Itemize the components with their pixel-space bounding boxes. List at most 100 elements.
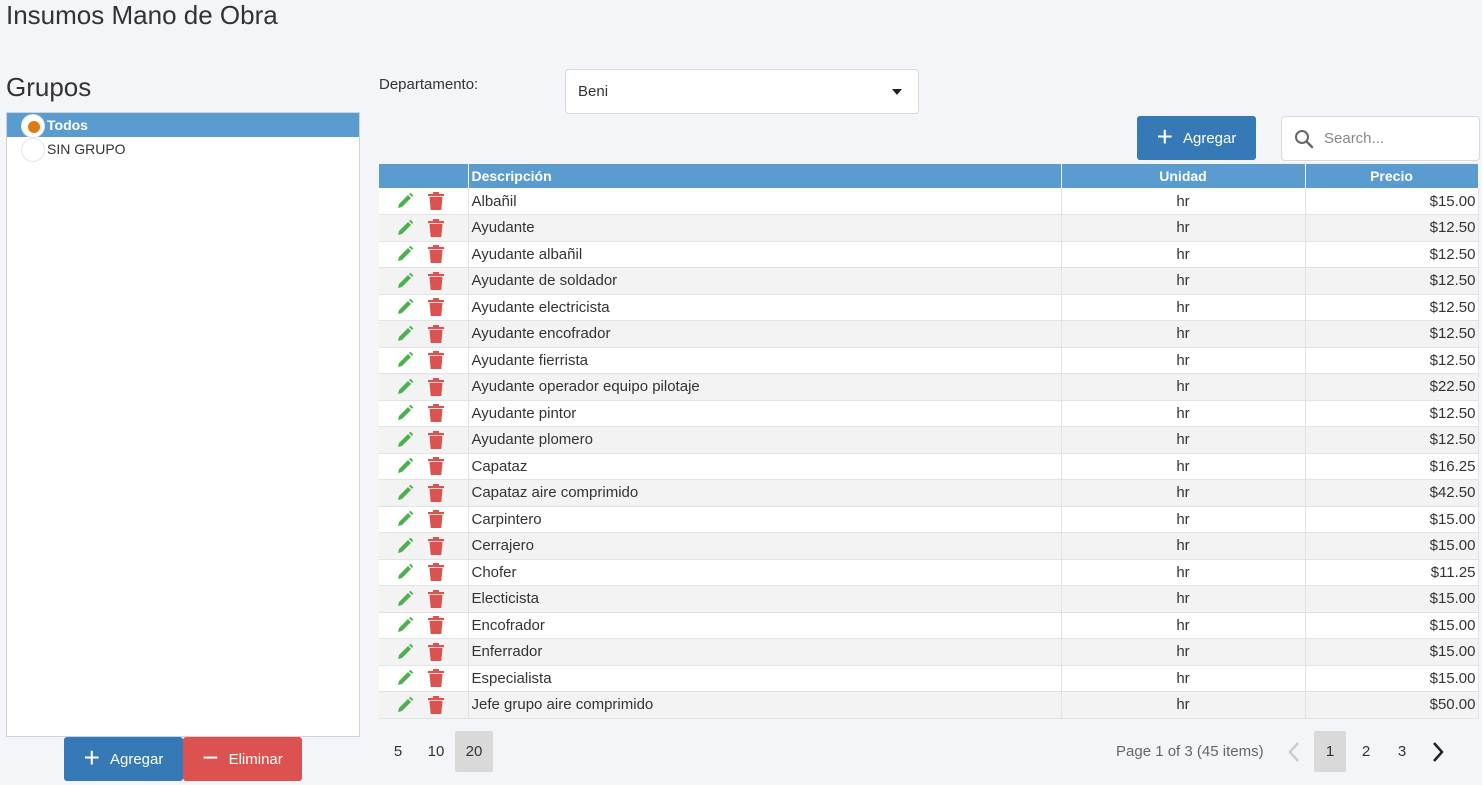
table-row[interactable]: Ayudante operador equipo pilotaje hr $22.5… — [379, 373, 1479, 401]
delete-icon[interactable] — [428, 404, 444, 423]
cell-descripcion: Jefe grupo aire comprimido — [468, 691, 1062, 719]
table-row[interactable]: Ayudante hr $12.50 — [379, 214, 1479, 242]
page-size-20[interactable]: 20 — [455, 731, 493, 772]
add-group-button[interactable]: + Agregar — [64, 737, 183, 781]
delete-icon[interactable] — [428, 457, 444, 476]
edit-icon[interactable] — [396, 272, 414, 290]
cell-descripcion: Especialista — [468, 665, 1062, 692]
delete-icon[interactable] — [428, 271, 444, 290]
page-1-button[interactable]: 1 — [1314, 731, 1346, 772]
table-row[interactable]: Ayudante electricista hr $12.50 — [379, 294, 1479, 321]
add-item-button[interactable]: + Agregar — [1137, 116, 1256, 160]
edit-icon[interactable] — [396, 245, 414, 263]
delete-icon[interactable] — [428, 563, 444, 582]
cell-unidad: hr — [1061, 506, 1306, 533]
delete-icon[interactable] — [428, 616, 444, 635]
row-actions — [379, 214, 469, 242]
search-input[interactable] — [1324, 117, 1474, 160]
delete-icon[interactable] — [428, 589, 444, 608]
cell-unidad: hr — [1061, 612, 1306, 639]
prev-page-button[interactable] — [1278, 731, 1310, 772]
delete-icon[interactable] — [428, 510, 444, 529]
search-box[interactable] — [1281, 116, 1480, 161]
cell-unidad: hr — [1061, 638, 1306, 666]
edit-icon[interactable] — [396, 378, 414, 396]
delete-icon[interactable] — [428, 218, 444, 237]
group-item-todos[interactable]: Todos — [7, 113, 359, 138]
edit-icon[interactable] — [396, 510, 414, 528]
delete-icon[interactable] — [428, 351, 444, 370]
page-size-5[interactable]: 5 — [379, 731, 417, 772]
radio-icon[interactable] — [21, 138, 45, 162]
cell-unidad: hr — [1061, 400, 1306, 427]
table-row[interactable]: Ayudante de soldador hr $12.50 — [379, 267, 1479, 295]
table-row[interactable]: Capataz aire comprimido hr $42.50 — [379, 479, 1479, 507]
edit-icon[interactable] — [396, 192, 414, 210]
search-icon — [1295, 130, 1314, 149]
edit-icon[interactable] — [396, 696, 414, 714]
row-actions — [379, 453, 469, 480]
delete-icon[interactable] — [428, 695, 444, 714]
cell-precio: $12.50 — [1305, 400, 1479, 427]
table-row[interactable]: Capataz hr $16.25 — [379, 453, 1479, 480]
edit-icon[interactable] — [396, 431, 414, 449]
table-row[interactable]: Ayudante plomero hr $12.50 — [379, 426, 1479, 454]
delete-icon[interactable] — [428, 245, 444, 264]
table-row[interactable]: Enferrador hr $15.00 — [379, 638, 1479, 666]
row-actions — [379, 267, 469, 295]
edit-icon[interactable] — [396, 457, 414, 475]
delete-icon[interactable] — [428, 430, 444, 449]
table-row[interactable]: Jefe grupo aire comprimido hr $50.00 — [379, 691, 1479, 719]
group-item-sin-grupo[interactable]: SIN GRUPO — [7, 137, 359, 162]
table-row[interactable]: Cerrajero hr $15.00 — [379, 532, 1479, 560]
table-row[interactable]: Ayudante fierrista hr $12.50 — [379, 347, 1479, 374]
page-3-button[interactable]: 3 — [1386, 731, 1418, 772]
cell-unidad: hr — [1061, 585, 1306, 613]
row-actions — [379, 373, 469, 401]
page-size-10[interactable]: 10 — [417, 731, 455, 772]
department-select[interactable]: Beni — [565, 69, 919, 114]
radio-checked-icon[interactable] — [21, 114, 45, 138]
table-row[interactable]: Especialista hr $15.00 — [379, 665, 1479, 692]
cell-precio: $15.00 — [1305, 506, 1479, 533]
table-row[interactable]: Ayudante encofrador hr $12.50 — [379, 320, 1479, 348]
table-row[interactable]: Electicista hr $15.00 — [379, 585, 1479, 613]
table-row[interactable]: Albañil hr $15.00 — [379, 188, 1479, 215]
delete-icon[interactable] — [428, 483, 444, 502]
edit-icon[interactable] — [396, 537, 414, 555]
table-row[interactable]: Ayudante albañil hr $12.50 — [379, 241, 1479, 268]
edit-icon[interactable] — [396, 325, 414, 343]
edit-icon[interactable] — [396, 484, 414, 502]
edit-icon[interactable] — [396, 351, 414, 369]
next-page-button[interactable] — [1422, 731, 1454, 772]
edit-icon[interactable] — [396, 298, 414, 316]
edit-icon[interactable] — [396, 643, 414, 661]
delete-icon[interactable] — [428, 536, 444, 555]
edit-icon[interactable] — [396, 563, 414, 581]
page-2-button[interactable]: 2 — [1350, 731, 1382, 772]
department-value: Beni — [578, 83, 609, 100]
delete-icon[interactable] — [428, 298, 444, 317]
row-actions — [379, 320, 469, 348]
edit-icon[interactable] — [396, 404, 414, 422]
header-precio[interactable]: Precio — [1305, 164, 1479, 188]
delete-icon[interactable] — [428, 669, 444, 688]
table-row[interactable]: Ayudante pintor hr $12.50 — [379, 400, 1479, 427]
delete-icon[interactable] — [428, 324, 444, 343]
cell-descripcion: Ayudante encofrador — [468, 320, 1062, 348]
delete-icon[interactable] — [428, 192, 444, 210]
edit-icon[interactable] — [396, 590, 414, 608]
edit-icon[interactable] — [396, 669, 414, 687]
chevron-down-icon — [892, 89, 902, 95]
edit-icon[interactable] — [396, 616, 414, 634]
delete-icon[interactable] — [428, 377, 444, 396]
edit-icon[interactable] — [396, 219, 414, 237]
cell-precio: $12.50 — [1305, 347, 1479, 374]
delete-icon[interactable] — [428, 642, 444, 661]
header-unidad[interactable]: Unidad — [1061, 164, 1306, 188]
header-descripcion[interactable]: Descripción — [468, 164, 1062, 188]
table-row[interactable]: Chofer hr $11.25 — [379, 559, 1479, 586]
delete-group-button[interactable]: − Eliminar — [183, 737, 302, 781]
table-row[interactable]: Carpintero hr $15.00 — [379, 506, 1479, 533]
table-row[interactable]: Encofrador hr $15.00 — [379, 612, 1479, 639]
